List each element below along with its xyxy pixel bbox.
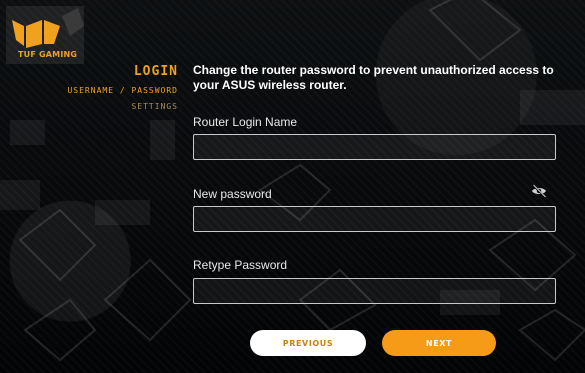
step-settings: SETTINGS: [131, 102, 178, 111]
new-password-label: New password: [193, 187, 272, 201]
new-password-input[interactable]: [193, 206, 556, 232]
step-username-password: USERNAME / PASSWORD: [67, 86, 178, 95]
step-login: LOGIN: [133, 64, 178, 79]
retype-password-input[interactable]: [193, 278, 556, 304]
router-login-name-input[interactable]: [193, 134, 556, 160]
previous-button[interactable]: PREVIOUS: [250, 330, 366, 356]
page-headline: Change the router password to prevent un…: [193, 63, 554, 92]
next-button[interactable]: NEXT: [382, 330, 496, 356]
retype-password-label: Retype Password: [193, 258, 288, 272]
eye-slash-icon[interactable]: [531, 184, 547, 198]
logo-text: TUF GAMING: [18, 50, 78, 59]
camo-pattern: [0, 0, 585, 362]
password-form: Change the router password to prevent un…: [193, 63, 557, 304]
router-login-name-label: Router Login Name: [193, 115, 298, 129]
